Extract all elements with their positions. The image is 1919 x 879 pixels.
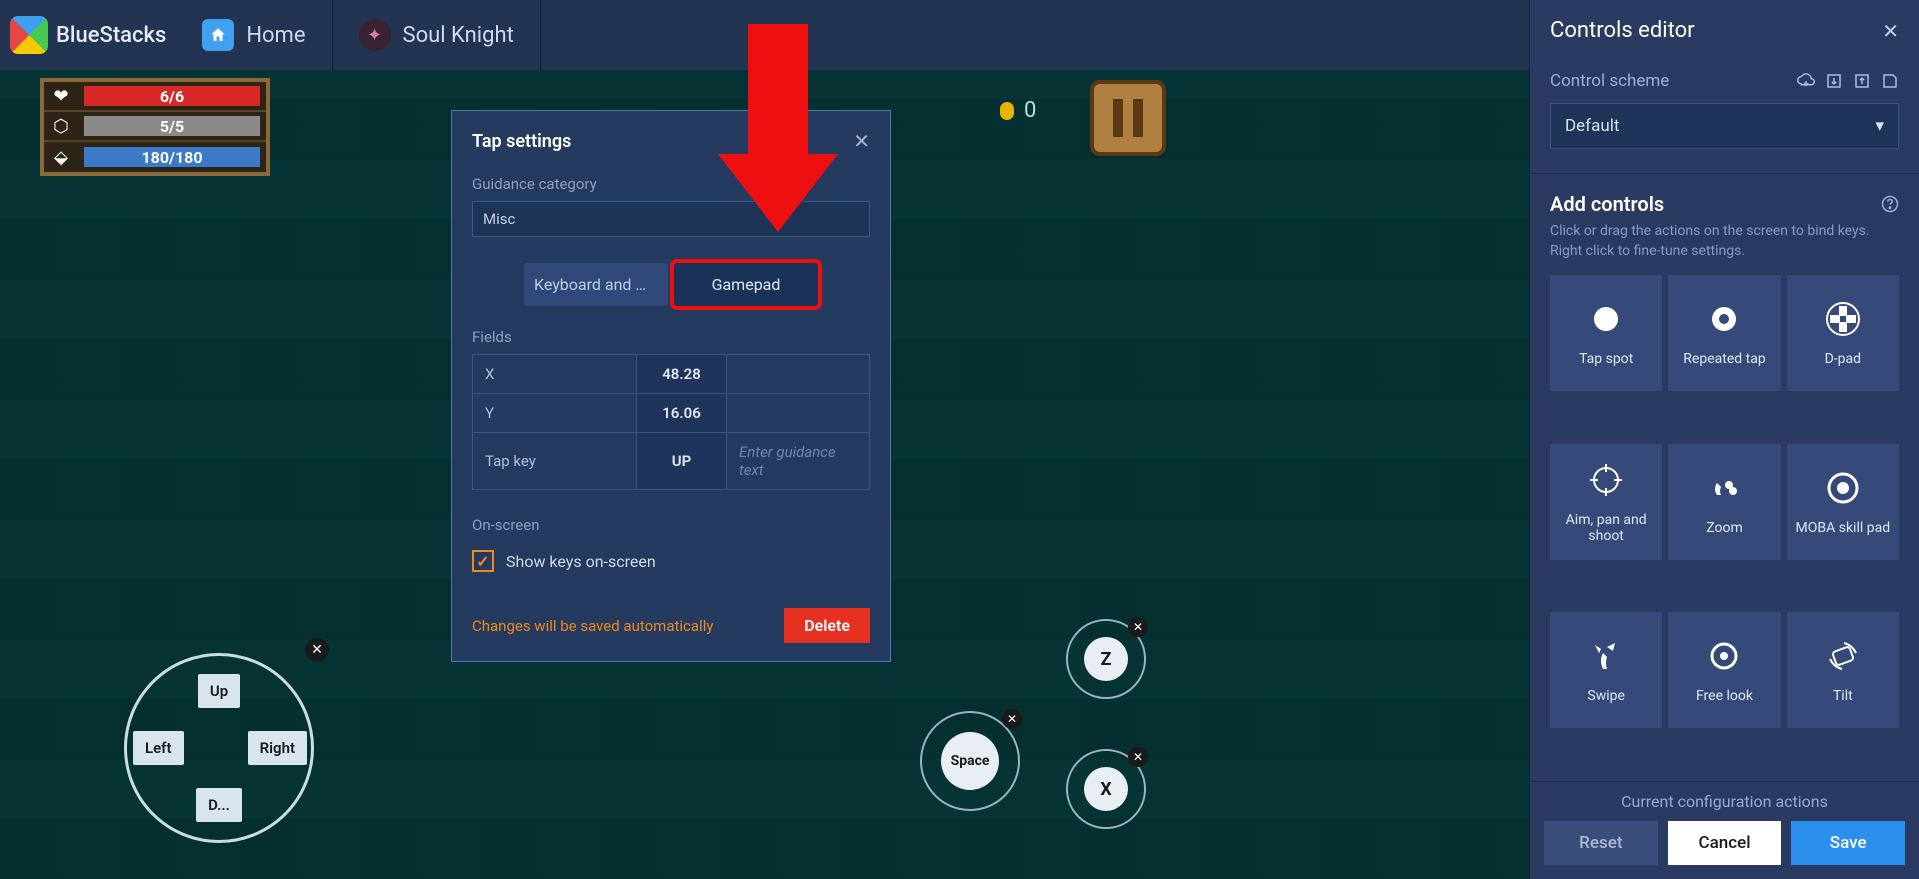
save-button[interactable]: Save	[1791, 821, 1905, 865]
bluestacks-brand-text: BlueStacks	[56, 23, 166, 48]
field-y-value[interactable]: 16.06	[637, 394, 727, 433]
dpad-icon	[1823, 299, 1863, 339]
cloud-import-icon[interactable]	[1797, 72, 1815, 90]
dialog-title: Tap settings	[472, 131, 571, 152]
dpad-left-key[interactable]: Left	[133, 731, 184, 765]
show-keys-label: Show keys on-screen	[506, 552, 656, 571]
tab-gamepad[interactable]: Gamepad	[674, 263, 818, 306]
hud-panel: ❤ 6/6 ⬡ 5/5 ⬙ 180/180	[40, 78, 270, 176]
config-actions-label: Current configuration actions	[1544, 792, 1905, 811]
action-z[interactable]: Z ✕	[1066, 619, 1146, 699]
control-moba[interactable]: MOBA skill pad	[1787, 444, 1899, 560]
field-x-label: X	[473, 355, 637, 394]
fields-label: Fields	[472, 328, 870, 346]
input-mode-tabs: Keyboard and mo... Gamepad	[521, 263, 821, 306]
repeated-tap-icon	[1704, 299, 1744, 339]
dpad-close-icon[interactable]: ✕	[305, 638, 329, 662]
crosshair-icon	[1586, 460, 1626, 500]
game-icon: ✦	[359, 19, 391, 51]
onscreen-label: On-screen	[472, 516, 870, 534]
export-icon[interactable]	[1853, 72, 1871, 90]
action-x-close-icon[interactable]: ✕	[1128, 747, 1148, 767]
tab-game-label: Soul Knight	[403, 23, 514, 48]
table-row: Y 16.06	[473, 394, 870, 433]
bluestacks-logo: BlueStacks	[0, 16, 176, 54]
zoom-icon	[1704, 468, 1744, 508]
controls-editor-panel: Controls editor ✕ Control scheme Default…	[1529, 0, 1919, 879]
add-controls-desc: Click or drag the actions on the screen …	[1550, 222, 1899, 261]
shield-icon: ⬡	[44, 116, 78, 137]
action-z-close-icon[interactable]: ✕	[1128, 617, 1148, 637]
table-row: Tap key UP Enter guidance text	[473, 433, 870, 490]
control-dpad[interactable]: D-pad	[1787, 275, 1899, 391]
tab-home[interactable]: Home	[176, 0, 332, 70]
control-tilt[interactable]: Tilt	[1787, 612, 1899, 728]
hud-hp: 6/6	[84, 86, 260, 106]
field-tapkey-guidance[interactable]: Enter guidance text	[727, 433, 870, 490]
delete-button[interactable]: Delete	[784, 608, 870, 643]
action-x[interactable]: X ✕	[1066, 749, 1146, 829]
control-free-look[interactable]: Free look	[1668, 612, 1780, 728]
scheme-label: Control scheme	[1550, 71, 1669, 91]
tab-keyboard-mouse[interactable]: Keyboard and mo...	[524, 263, 668, 306]
table-row: X 48.28	[473, 355, 870, 394]
dpad-down-key[interactable]: D...	[196, 788, 242, 822]
add-controls-title: Add controls	[1550, 192, 1664, 216]
control-zoom[interactable]: Zoom	[1668, 444, 1780, 560]
action-space[interactable]: Space ✕	[920, 711, 1020, 811]
moba-icon	[1823, 468, 1863, 508]
hud-shield: 5/5	[84, 116, 260, 136]
coin-counter: 0	[1000, 98, 1036, 123]
mana-icon: ⬙	[44, 147, 78, 168]
free-look-icon	[1704, 636, 1744, 676]
dpad-up-key[interactable]: Up	[198, 674, 240, 708]
control-tap-spot[interactable]: Tap spot	[1550, 275, 1662, 391]
tilt-icon	[1823, 636, 1863, 676]
coin-icon	[1000, 102, 1014, 120]
action-z-key: Z	[1084, 637, 1128, 681]
dpad-control[interactable]: ✕ Up D... Left Right	[124, 653, 314, 843]
red-arrow-annotation	[718, 24, 838, 234]
dpad-right-key[interactable]: Right	[248, 731, 307, 765]
heart-icon: ❤	[44, 86, 78, 107]
control-repeated-tap[interactable]: Repeated tap	[1668, 275, 1780, 391]
home-icon	[202, 19, 234, 51]
scheme-value: Default	[1565, 116, 1619, 136]
cancel-button[interactable]: Cancel	[1668, 821, 1782, 865]
action-space-close-icon[interactable]: ✕	[1002, 709, 1022, 729]
swipe-icon	[1586, 636, 1626, 676]
control-aim[interactable]: Aim, pan and shoot	[1550, 444, 1662, 560]
tab-game[interactable]: ✦ Soul Knight	[333, 0, 541, 70]
reset-button[interactable]: Reset	[1544, 821, 1658, 865]
action-x-key: X	[1084, 767, 1128, 811]
fields-table: X 48.28 Y 16.06 Tap key UP Enter guidanc…	[472, 354, 870, 490]
control-swipe[interactable]: Swipe	[1550, 612, 1662, 728]
import-icon[interactable]	[1825, 72, 1843, 90]
dialog-close-icon[interactable]: ✕	[853, 129, 870, 153]
bluestacks-logo-icon	[10, 16, 48, 54]
auto-save-notice: Changes will be saved automatically	[472, 617, 713, 635]
hud-mp: 180/180	[84, 147, 260, 167]
show-keys-checkbox[interactable]: ✓	[472, 550, 494, 572]
tab-home-label: Home	[246, 23, 305, 48]
pause-button[interactable]	[1090, 80, 1166, 156]
help-icon[interactable]	[1881, 195, 1899, 213]
chevron-down-icon: ▾	[1875, 116, 1884, 136]
field-tapkey-label: Tap key	[473, 433, 637, 490]
field-x-value[interactable]: 48.28	[637, 355, 727, 394]
scheme-select[interactable]: Default ▾	[1550, 103, 1899, 149]
action-space-key: Space	[941, 732, 999, 790]
controls-grid: Tap spot Repeated tap D-pad Aim, pan and…	[1550, 275, 1899, 781]
new-scheme-icon[interactable]	[1881, 72, 1899, 90]
panel-title: Controls editor	[1550, 18, 1695, 43]
field-y-label: Y	[473, 394, 637, 433]
tap-spot-icon	[1586, 299, 1626, 339]
coin-value: 0	[1024, 98, 1036, 123]
panel-close-icon[interactable]: ✕	[1882, 19, 1899, 43]
field-tapkey-value[interactable]: UP	[637, 433, 727, 490]
